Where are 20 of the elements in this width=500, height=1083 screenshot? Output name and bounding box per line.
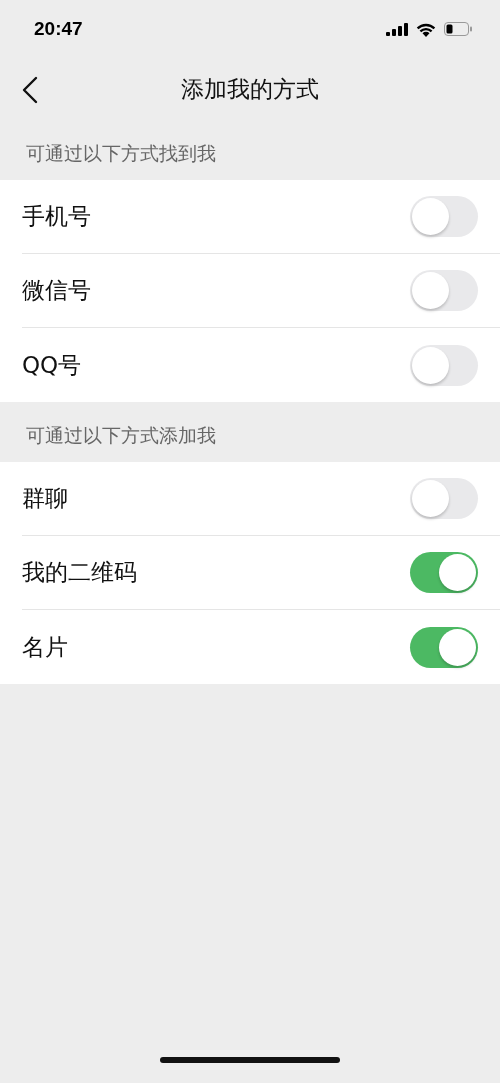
section-header: 可通过以下方式添加我 [26,423,216,448]
toggle-switch[interactable] [410,552,478,593]
setting-label: 手机号 [22,202,91,231]
setting-label: 名片 [22,632,68,662]
toggle-switch[interactable] [410,196,478,237]
status-time: 20:47 [34,18,83,40]
setting-label: QQ号 [22,350,82,380]
toggle-switch[interactable] [410,270,478,311]
setting-label: 微信号 [22,276,91,305]
page-title: 添加我的方式 [181,74,319,104]
section-header: 可通过以下方式找到我 [26,141,216,166]
wifi-icon [416,21,436,37]
setting-label: 我的二维码 [22,558,137,587]
toggle-switch[interactable] [410,478,478,519]
toggle-switch[interactable] [410,344,478,386]
setting-label: 群聊 [22,484,68,513]
signal-icon [386,22,408,36]
back-icon[interactable] [20,76,40,104]
toggle-switch[interactable] [410,626,478,668]
battery-icon [444,22,472,36]
